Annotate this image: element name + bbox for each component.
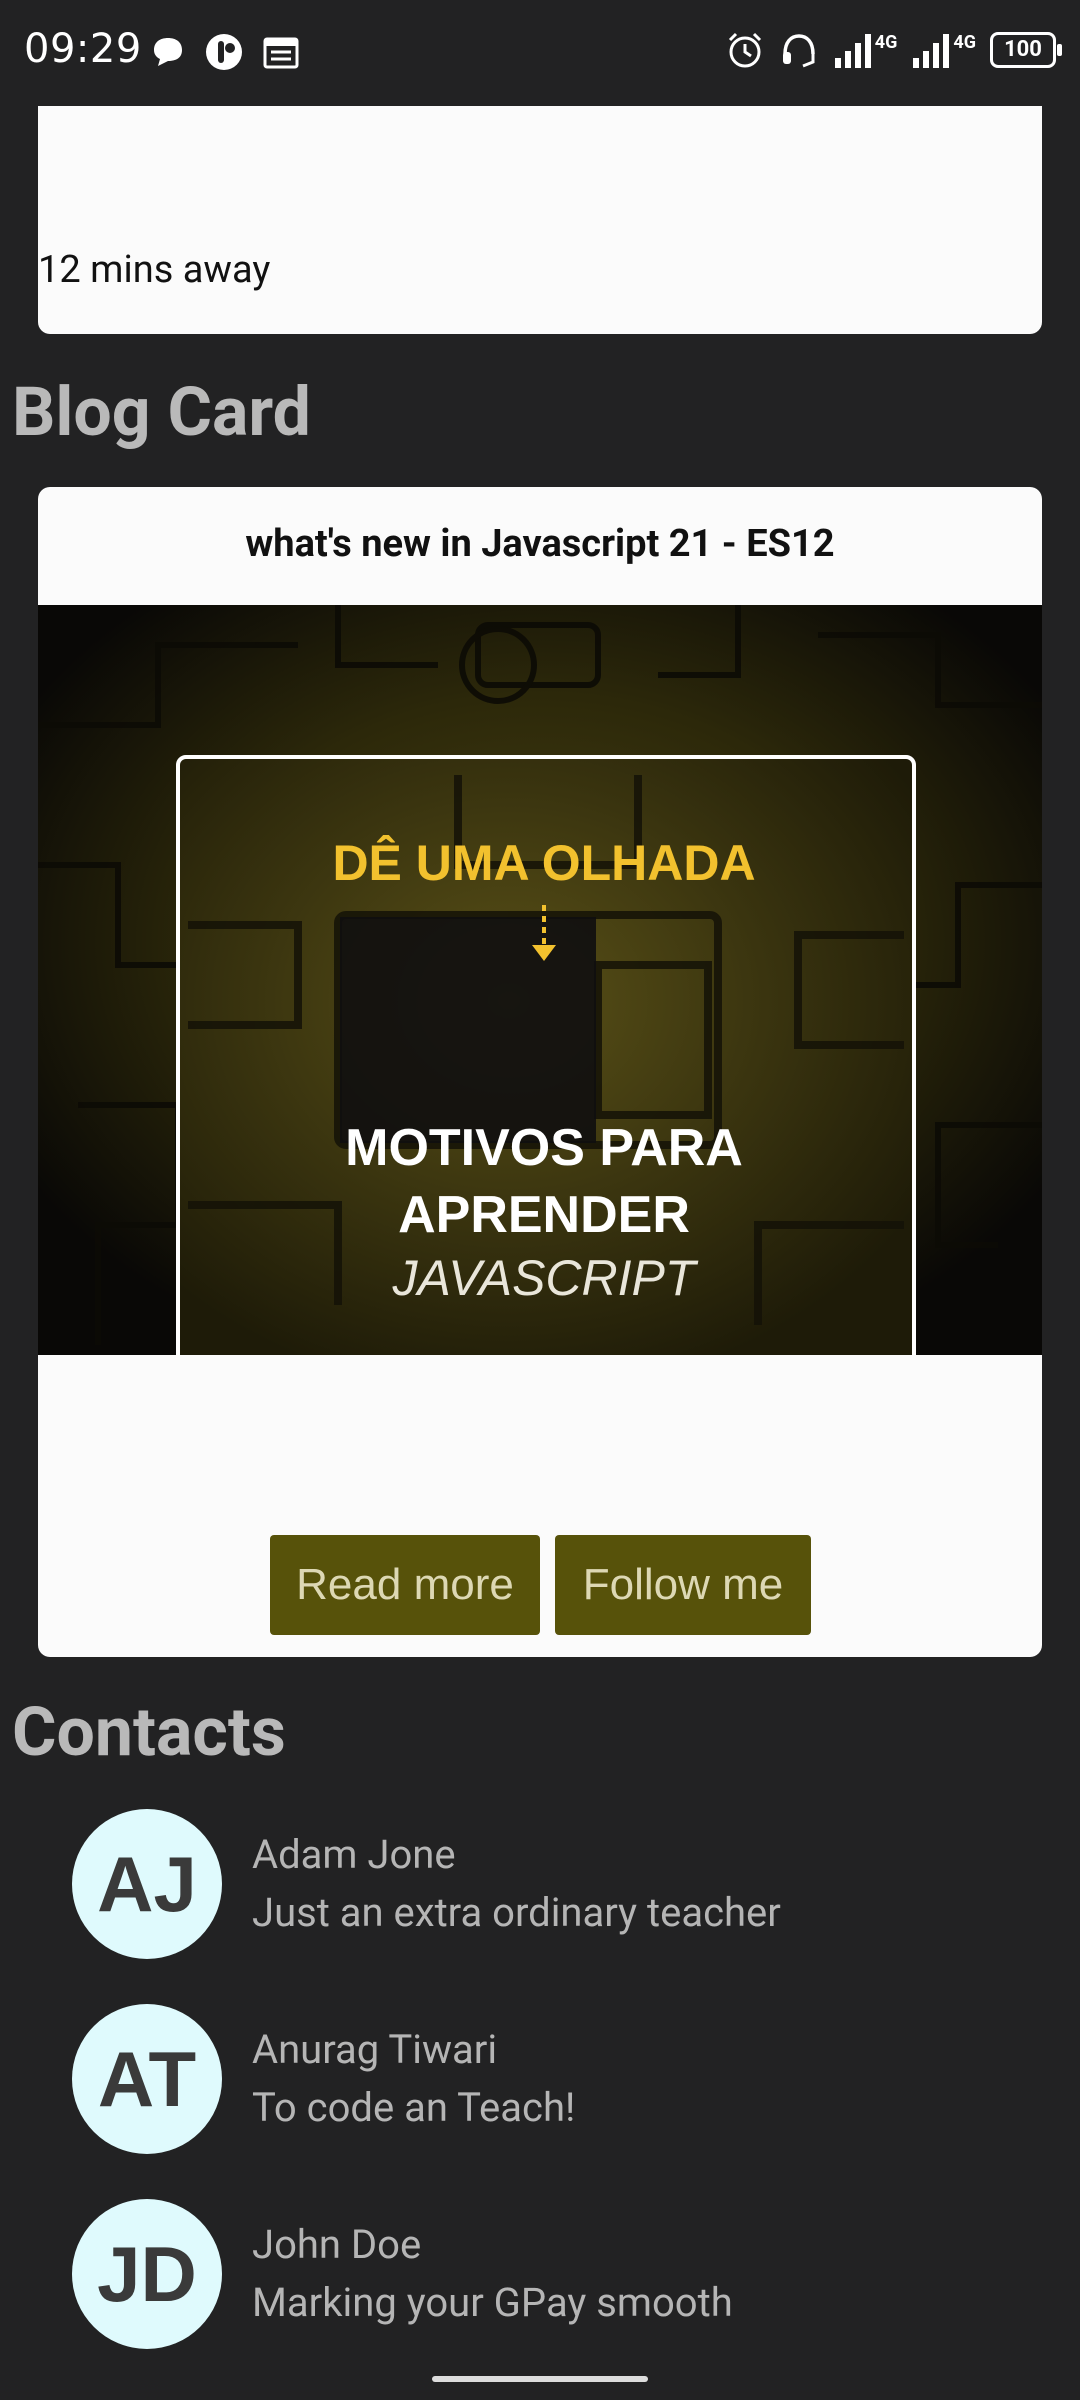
image-line-2: MOTIVOS PARA (345, 1119, 743, 1177)
contact-description: To code an Teach! (252, 2084, 576, 2131)
contacts-section-heading: Contacts (12, 1692, 286, 1772)
alarm-icon (728, 32, 761, 68)
chat-icon (154, 38, 182, 66)
read-more-button[interactable]: Read more (270, 1535, 540, 1635)
signal-2: 4G (911, 32, 976, 68)
contact-name: Adam Jone (252, 1831, 456, 1878)
home-indicator[interactable] (432, 2376, 648, 2382)
image-line-3: APRENDER (398, 1186, 690, 1244)
contact-name: Anurag Tiwari (252, 2026, 498, 2073)
status-bar: 09:29 4G 4G 100 (0, 0, 1080, 106)
app-icon (206, 34, 242, 70)
calendar-icon (263, 37, 299, 69)
contact-item[interactable]: JD John Doe Marking your GPay smooth (72, 2199, 1012, 2349)
contact-item[interactable]: AT Anurag Tiwari To code an Teach! (72, 2004, 1012, 2154)
notification-icons (150, 32, 300, 72)
blog-title: what's new in Javascript 21 - ES12 (245, 522, 835, 566)
blog-section-heading: Blog Card (12, 372, 311, 452)
network-type-1: 4G (874, 32, 898, 53)
blog-image-graphic: DÊ UMA OLHADA MOTIVOS PARA APRENDER JAVA… (38, 605, 1042, 1355)
blog-image: DÊ UMA OLHADA MOTIVOS PARA APRENDER JAVA… (38, 605, 1042, 1355)
blog-buttons: Read more Follow me (270, 1535, 811, 1635)
system-icons: 4G 4G 100 (725, 30, 1062, 70)
avatar: AT (72, 2004, 222, 2154)
contact-description: Marking your GPay smooth (252, 2279, 733, 2326)
contact-name: John Doe (252, 2221, 422, 2268)
image-line-1: DÊ UMA OLHADA (332, 835, 755, 891)
network-type-2: 4G (953, 32, 976, 53)
battery-indicator: 100 (990, 32, 1062, 68)
avatar: AJ (72, 1809, 222, 1959)
status-time: 09:29 (24, 26, 142, 72)
eta-text: 12 mins away (38, 248, 271, 292)
signal-1: 4G (833, 32, 898, 68)
contact-description: Just an extra ordinary teacher (252, 1889, 781, 1936)
signal-icon (913, 34, 950, 68)
contact-item[interactable]: AJ Adam Jone Just an extra ordinary teac… (72, 1809, 1012, 1959)
signal-icon (834, 34, 871, 68)
blog-card: what's new in Javascript 21 - ES12 DÊ UM… (38, 487, 1042, 1657)
eta-card: 12 mins away (38, 106, 1042, 334)
image-line-4: JAVASCRIPT (392, 1250, 699, 1306)
headset-icon (782, 34, 815, 68)
avatar: JD (72, 2199, 222, 2349)
follow-me-button[interactable]: Follow me (555, 1535, 811, 1635)
